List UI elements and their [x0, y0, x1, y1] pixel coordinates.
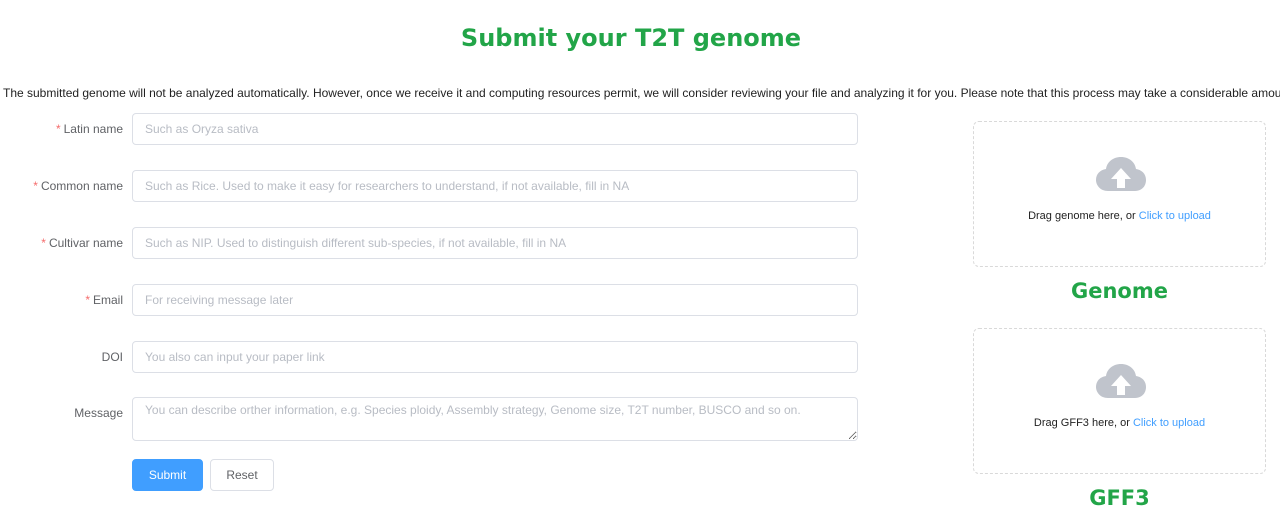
email-input[interactable] — [132, 284, 858, 316]
submit-button[interactable]: Submit — [132, 459, 203, 491]
genome-click-to-upload-link[interactable]: Click to upload — [1139, 210, 1211, 222]
email-label-text: Email — [92, 293, 123, 307]
form-row-common-name: * Common name — [0, 170, 860, 202]
required-mark: * — [33, 179, 38, 193]
required-mark: * — [41, 236, 46, 250]
cultivar-name-label-text: Cultivar name — [48, 236, 123, 250]
form-row-message: Message — [0, 397, 860, 441]
page-title: Submit your T2T genome — [460, 24, 802, 52]
form-row-email: * Email — [0, 284, 860, 316]
cultivar-name-input[interactable] — [132, 227, 858, 259]
message-label: Message — [74, 406, 123, 420]
form-row-doi: DOI — [0, 341, 860, 373]
gff3-upload-dropzone[interactable]: Drag GFF3 here, or Click to upload — [973, 328, 1266, 474]
doi-label: DOI — [101, 350, 123, 364]
gff3-click-to-upload-link[interactable]: Click to upload — [1133, 417, 1205, 429]
form-row-latin-name: * Latin name — [0, 113, 860, 145]
latin-name-input[interactable] — [132, 113, 858, 145]
genome-upload-dropzone[interactable]: Drag genome here, or Click to upload — [973, 121, 1266, 267]
submission-notice: The submitted genome will not be analyze… — [3, 86, 1280, 100]
genome-drag-text: Drag genome here, or — [1028, 210, 1136, 222]
genome-upload-text: Drag genome here, or Click to upload — [974, 210, 1265, 222]
doi-input[interactable] — [132, 341, 858, 373]
message-textarea[interactable] — [132, 397, 858, 441]
gff3-upload-text: Drag GFF3 here, or Click to upload — [974, 417, 1265, 429]
reset-button[interactable]: Reset — [210, 459, 274, 491]
required-mark: * — [55, 122, 61, 136]
latin-name-label: * Latin name — [0, 113, 123, 145]
upload-cloud-icon — [1096, 157, 1146, 191]
gff3-drag-text: Drag GFF3 here, or — [1033, 417, 1130, 429]
latin-name-label-text: Latin name — [63, 122, 123, 136]
common-name-label-text: Common name — [40, 179, 123, 193]
cultivar-name-label: * Cultivar name — [0, 227, 123, 259]
upload-cloud-icon — [1096, 364, 1146, 398]
common-name-input[interactable] — [132, 170, 858, 202]
gff3-upload-caption: GFF3 — [1089, 486, 1150, 510]
email-label: * Email — [0, 284, 123, 316]
genome-upload-caption: Genome — [1071, 279, 1168, 303]
common-name-label: * Common name — [0, 170, 123, 202]
form-row-cultivar-name: * Cultivar name — [0, 227, 860, 259]
required-mark: * — [85, 293, 90, 307]
